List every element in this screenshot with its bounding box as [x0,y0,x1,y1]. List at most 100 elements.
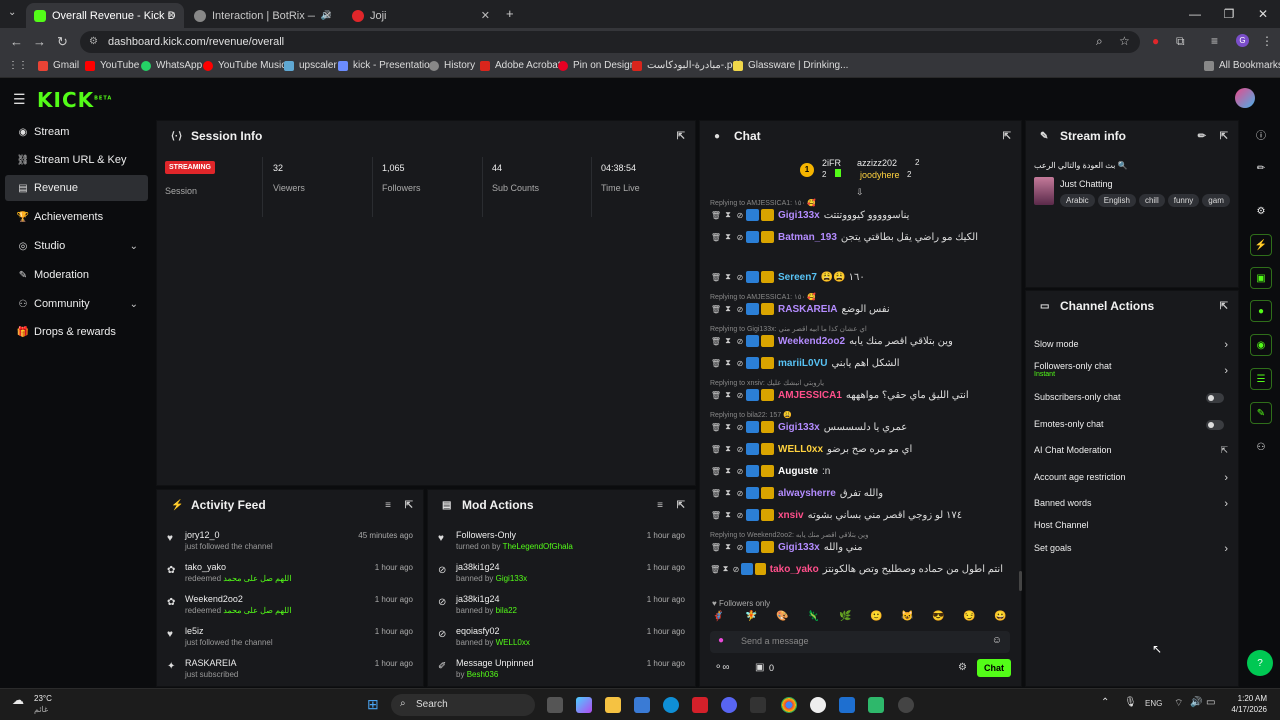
moderator-name[interactable]: TheLegendOfGhala [503,542,573,551]
ban-icon[interactable]: ⊘ [734,489,746,498]
action-host-channel[interactable]: Host Channel [1034,520,1228,540]
emote-icon[interactable]: 😏 [963,611,975,622]
epic-games-icon[interactable] [750,697,766,713]
broadcast-icon[interactable]: ◉ [1250,334,1272,356]
tab-search-icon[interactable]: ⌄ [8,7,16,18]
bookmark-podcast-pdf[interactable]: مبادرة-البودكاست-.pdf [632,60,741,71]
emote-icon[interactable]: 🌿 [839,611,851,622]
sidebar-item-studio[interactable]: ◎ Studio ⌄ [5,233,148,259]
activity-username[interactable]: tako_yako [185,562,226,572]
delete-message-icon[interactable]: 🗑 [710,305,722,314]
timeout-icon[interactable]: ⧗ [722,466,734,476]
extension-icon[interactable]: ● [1152,34,1159,48]
weather-icon[interactable]: ☁ [12,693,24,707]
close-tab-icon[interactable]: ✕ [167,9,176,22]
ban-icon[interactable]: ⊘ [734,337,746,346]
drops-icon[interactable]: ⚬∞ [714,662,730,673]
timeout-icon[interactable]: ⧗ [722,390,734,400]
tag-chip[interactable]: funny [1167,194,1200,207]
category-name[interactable]: Just Chatting [1060,179,1113,189]
delete-message-icon[interactable]: 🗑 [710,233,722,242]
sidebar-item-community[interactable]: ⚇ Community ⌄ [5,291,148,317]
chat-input[interactable]: ● Send a message ☺ [710,631,1010,653]
new-tab-button[interactable]: + [506,6,514,21]
emote-icon[interactable]: 🎨 [776,611,788,622]
chat-username[interactable]: Gigi133x [778,210,820,221]
volume-icon[interactable]: 🔊 [1190,697,1202,708]
chrome-icon[interactable] [781,697,797,713]
zoom-icon[interactable]: ⌕ [1096,34,1103,49]
activity-username[interactable]: Weekend2oo2 [185,594,243,604]
emote-icon[interactable]: 😀 [994,611,1006,622]
bookmark-upscaler[interactable]: upscaler [284,60,337,71]
copilot-icon[interactable] [576,697,592,713]
emote-icon[interactable]: 🧚 [745,611,757,622]
wrench-icon[interactable]: ✎ [1250,402,1272,424]
sidebar-item-moderation[interactable]: ✎ Moderation [5,262,148,288]
taskbar-search[interactable]: ⌕ Search [391,694,535,716]
action-banned-words[interactable]: Banned words › [1034,498,1228,518]
mod-action-title[interactable]: ja38ki1g24 [456,594,500,604]
action-followers-only[interactable]: Followers-only chat Instant › [1034,361,1228,381]
popout-icon[interactable]: ⇱ [1220,301,1228,312]
bookmark-gmail[interactable]: Gmail [38,60,79,71]
ban-icon[interactable]: ⊘ [734,445,746,454]
timeout-icon[interactable]: ⧗ [722,542,734,552]
reply-context[interactable]: Replying to AMJESSICA1: ١٥٠ 🥰 [710,199,816,207]
chat-username[interactable]: tako_yako [770,564,819,575]
tag-chip[interactable]: chill [1138,194,1165,207]
popout-icon[interactable]: ⇱ [677,500,685,511]
task-view-icon[interactable] [547,697,563,713]
delete-message-icon[interactable]: 🗑 [710,543,722,552]
ban-icon[interactable]: ⊘ [734,467,746,476]
timeout-icon[interactable]: ⧗ [722,510,734,520]
timeout-icon[interactable]: ⧗ [722,304,734,314]
category-thumbnail[interactable] [1034,177,1054,205]
chat-username[interactable]: AMJESSICA1 [778,390,842,401]
wifi-icon[interactable]: ⌔ [1174,697,1183,710]
reply-context[interactable]: Replying to xnsiv: ياروبتي انبشك عليك [710,379,824,387]
delete-message-icon[interactable]: 🗑 [710,273,722,282]
ban-icon[interactable]: ⊘ [734,359,746,368]
bookmark-pin-on-design[interactable]: Pin on Design [558,60,635,71]
file-explorer-icon[interactable] [605,697,621,713]
obs-icon[interactable] [810,697,826,713]
ban-icon[interactable]: ⊘ [734,543,746,552]
activity-username[interactable]: RASKAREIA [185,658,237,668]
delete-message-icon[interactable]: 🗑 [710,467,722,476]
chat-username[interactable]: Sereen7 [778,272,817,283]
chat-username[interactable]: Gigi133x [778,422,820,433]
timeout-icon[interactable]: ⧗ [722,210,734,220]
action-account-age[interactable]: Account age restriction › [1034,472,1228,492]
ban-icon[interactable]: ⊘ [734,273,746,282]
word-icon[interactable] [839,697,855,713]
timeout-icon[interactable]: ⧗ [722,272,734,282]
ban-icon[interactable]: ⊘ [734,511,746,520]
chat-scrollbar[interactable] [1019,571,1022,591]
emote-icon[interactable]: 😺 [901,611,913,622]
ban-icon[interactable]: ⊘ [734,423,746,432]
apps-grid-icon[interactable]: ⋮⋮ [8,60,28,71]
reload-icon[interactable]: ↻ [57,34,68,50]
bookmark-glassware[interactable]: Glassware | Drinking... [733,60,848,71]
timeout-icon[interactable]: ⧗ [722,422,734,432]
filter-icon[interactable]: ≡ [385,500,391,511]
delete-message-icon[interactable]: 🗑 [710,565,720,574]
delete-message-icon[interactable]: 🗑 [710,391,722,400]
chat-username[interactable]: RASKAREIA [778,304,837,315]
gifter-name[interactable]: joodyhere [860,170,900,180]
moderator-name[interactable]: Besh036 [467,670,499,679]
battery-icon[interactable]: ▭ [1206,697,1215,708]
timeout-icon[interactable]: ⧗ [722,488,734,498]
mic-icon[interactable]: ● [718,635,724,646]
sidebar-item-revenue[interactable]: ▤ Revenue [5,175,148,201]
forward-icon[interactable]: → [33,34,46,49]
close-window-icon[interactable]: ✕ [1246,0,1280,28]
list-icon[interactable]: ☰ [1250,368,1272,390]
maximize-icon[interactable]: ❐ [1212,0,1246,28]
kick-logo[interactable]: KICKBETA [37,88,112,112]
popout-icon[interactable]: ⇱ [1220,131,1228,142]
ban-icon[interactable]: ⊘ [734,233,746,242]
lightning-icon[interactable]: ⚡ [1250,234,1272,256]
reply-context[interactable]: Replying to Gigi133x: اي عشان كذا ما ابي… [710,325,867,333]
